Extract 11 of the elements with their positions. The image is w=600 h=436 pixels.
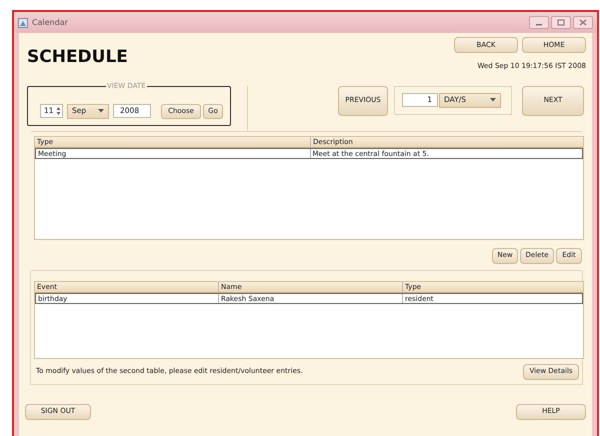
close-icon [579, 19, 587, 26]
app-icon [18, 18, 28, 28]
maximize-button[interactable] [551, 16, 571, 29]
page-heading: SCHEDULE [27, 46, 128, 69]
maximize-icon [557, 19, 565, 26]
caret-icon [490, 98, 496, 102]
spinner-arrows-icon[interactable] [56, 106, 61, 116]
window-title: Calendar [32, 16, 68, 28]
caret-icon [98, 109, 104, 113]
minimize-button[interactable] [529, 16, 549, 29]
close-button[interactable] [573, 16, 593, 29]
